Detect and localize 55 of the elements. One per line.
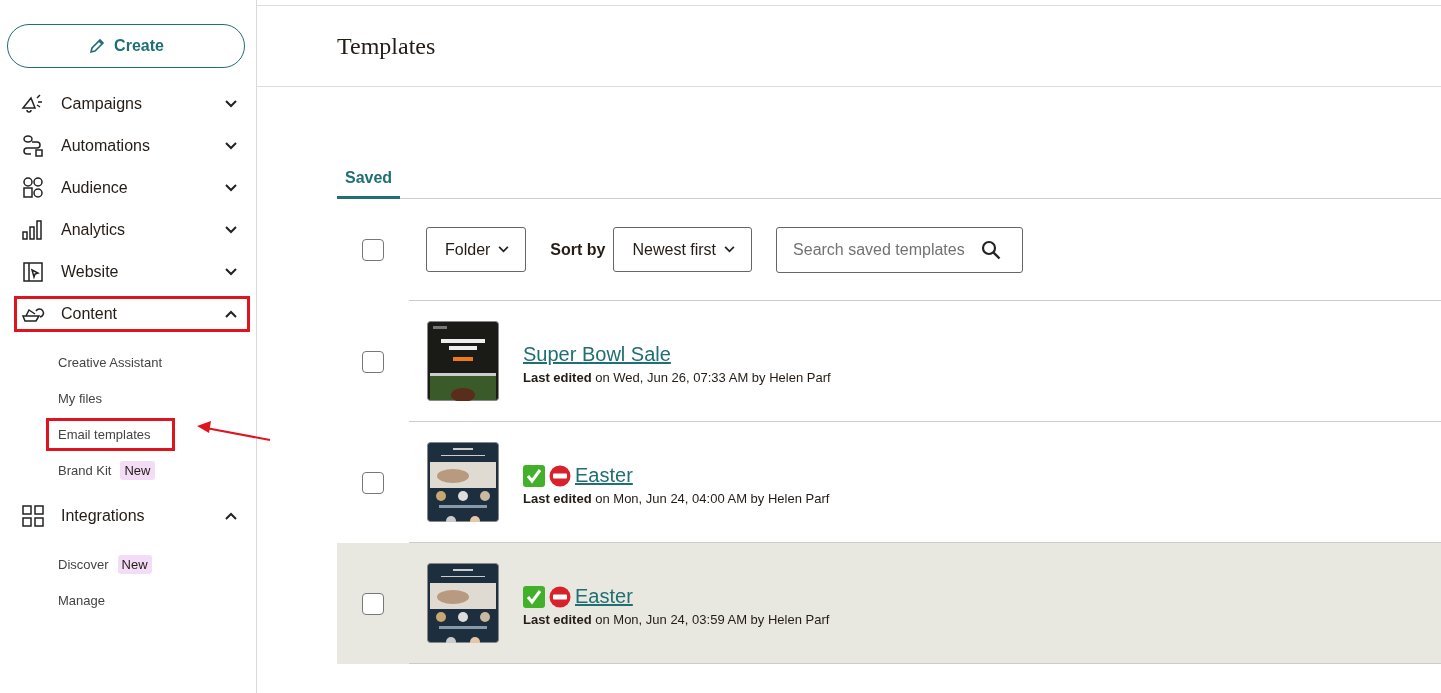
search-field[interactable]: Search saved templates xyxy=(776,226,1024,273)
nav-item[interactable]: Analytics xyxy=(14,212,250,248)
template-link[interactable]: Super Bowl Sale xyxy=(523,343,671,366)
nav-item[interactable]: Automations xyxy=(14,128,250,164)
last-edited-text: Last edited on Wed, Jun 26, 07:33 AM by Helen Parf xyxy=(523,370,831,385)
nav-item[interactable]: Content xyxy=(14,296,250,332)
chevron-icon xyxy=(498,246,510,253)
people-icon xyxy=(21,176,45,200)
nav-subitem[interactable]: Manage xyxy=(46,583,108,617)
last-edited-text: Last edited on Mon, Jun 24, 04:00 AM by Helen Parf xyxy=(523,491,830,506)
checkbox[interactable] xyxy=(362,471,384,494)
grid-icon xyxy=(21,504,45,528)
workflow-icon xyxy=(21,134,45,158)
tab[interactable]: Saved xyxy=(337,161,401,199)
no-entry-icon xyxy=(549,464,571,487)
pencil-icon xyxy=(88,37,107,55)
bar-chart-icon xyxy=(21,218,45,242)
template-row[interactable]: Easter Last edited on Mon, Jun 24, 03:59 AM by Helen Parf xyxy=(337,543,1441,664)
new-badge: New xyxy=(117,554,152,574)
check-mark-icon xyxy=(523,585,545,608)
sort-label: Sort by xyxy=(550,240,606,259)
nav-subitem[interactable]: Email templates xyxy=(46,417,176,451)
nav-item[interactable]: Campaigns xyxy=(14,86,250,122)
nav-subitem[interactable]: My files xyxy=(46,381,106,415)
template-link[interactable]: Easter xyxy=(575,585,633,608)
chevron-icon xyxy=(225,226,237,234)
chevron-icon xyxy=(225,142,237,150)
check-mark-icon xyxy=(523,464,545,487)
chevron-icon xyxy=(225,310,237,318)
chevron-icon xyxy=(225,184,237,192)
chevron-icon xyxy=(724,246,736,253)
nav-subitem[interactable]: Brand Kit xyxy=(46,453,115,487)
chevron-icon xyxy=(225,268,237,276)
new-badge: New xyxy=(120,460,155,480)
last-edited-text: Last edited on Mon, Jun 24, 03:59 AM by Helen Parf xyxy=(523,612,830,627)
no-entry-icon xyxy=(549,585,571,608)
template-link[interactable]: Easter xyxy=(575,464,633,487)
template-row[interactable]: Super Bowl Sale Last edited on Wed, Jun 26, 07:33 AM by Helen Parf xyxy=(337,301,1441,422)
chevron-icon xyxy=(225,100,237,108)
checkbox[interactable] xyxy=(362,350,384,373)
megaphone-icon xyxy=(21,92,45,116)
page-title: Templates xyxy=(337,32,436,60)
nav-item[interactable]: Integrations xyxy=(14,498,250,534)
create-button[interactable]: Create xyxy=(7,24,245,68)
checkbox[interactable] xyxy=(362,592,384,615)
nav-subitem[interactable]: Creative Assistant xyxy=(46,345,166,379)
webpage-icon xyxy=(21,260,45,284)
nav-subitem[interactable]: Discover xyxy=(46,547,112,581)
chevron-icon xyxy=(225,512,237,520)
nav-item[interactable]: Audience xyxy=(14,170,250,206)
nav-item[interactable]: Website xyxy=(14,254,250,290)
folder-dropdown[interactable]: Folder xyxy=(426,227,527,272)
sort-dropdown[interactable]: Newest first xyxy=(613,227,753,272)
search-icon xyxy=(981,239,1002,260)
checkbox[interactable] xyxy=(362,239,384,261)
